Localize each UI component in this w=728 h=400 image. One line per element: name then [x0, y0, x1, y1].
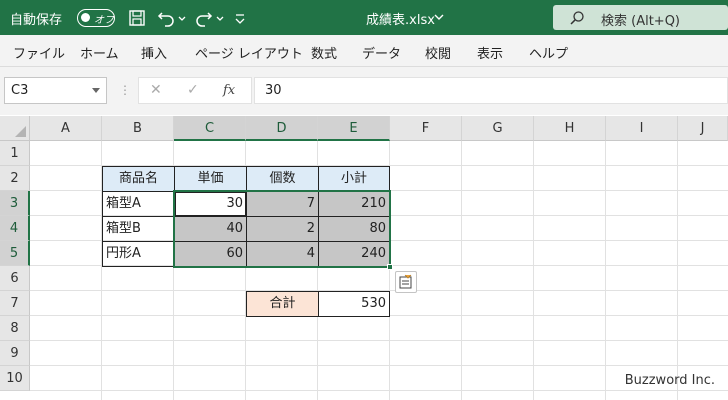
table-header-cell[interactable]: 単価: [174, 166, 247, 192]
chevron-down-icon[interactable]: [92, 88, 100, 93]
select-all-button[interactable]: [0, 116, 30, 141]
table-cell[interactable]: 210: [318, 191, 390, 217]
row-header-2[interactable]: 2: [0, 166, 30, 191]
table-cell[interactable]: 40: [174, 216, 247, 242]
table-header-cell[interactable]: 小計: [318, 166, 390, 192]
fill-handle[interactable]: [387, 264, 393, 270]
row-header-10[interactable]: 10: [0, 366, 30, 391]
column-header-f[interactable]: F: [390, 116, 462, 141]
formula-value: 30: [265, 83, 282, 98]
tab-insert[interactable]: 挿入: [141, 43, 167, 62]
quick-analysis-icon: [399, 274, 412, 289]
column-header-j[interactable]: J: [678, 116, 728, 141]
formula-input[interactable]: 30: [254, 77, 728, 104]
row-header-5[interactable]: 5: [0, 241, 30, 266]
worksheet-grid: A B C D E F G H I J 1 2 3 4 5 6 7 8 9 10…: [0, 116, 728, 400]
title-bar: 自動保存 オフ 成績表.xlsx 検索 (Alt+Q): [0, 0, 728, 35]
name-box[interactable]: C3: [4, 77, 107, 104]
table-cell[interactable]: 60: [174, 241, 247, 267]
table-cell[interactable]: 円形A: [102, 241, 175, 267]
tab-formulas[interactable]: 数式: [311, 43, 337, 62]
undo-dropdown-icon[interactable]: [177, 8, 187, 28]
table-header-cell[interactable]: 個数: [246, 166, 319, 192]
name-box-value: C3: [11, 83, 29, 98]
tab-data[interactable]: データ: [362, 43, 401, 62]
column-header-g[interactable]: G: [462, 116, 534, 141]
enter-icon[interactable]: ✓: [187, 82, 199, 98]
cancel-icon[interactable]: ✕: [150, 82, 162, 98]
title-dropdown-icon[interactable]: [433, 9, 445, 29]
select-all-icon: [15, 126, 26, 137]
row-header-1[interactable]: 1: [0, 141, 30, 166]
redo-dropdown-icon[interactable]: [215, 8, 225, 28]
search-placeholder: 検索 (Alt+Q): [601, 14, 681, 29]
row-header-7[interactable]: 7: [0, 291, 30, 316]
table-cell[interactable]: 4: [246, 241, 319, 267]
search-box[interactable]: 検索 (Alt+Q): [553, 5, 728, 30]
table-cell[interactable]: 箱型A: [102, 191, 175, 217]
column-header-d[interactable]: D: [246, 116, 318, 141]
row-header-9[interactable]: 9: [0, 341, 30, 366]
row-header-6[interactable]: 6: [0, 266, 30, 291]
tab-file[interactable]: ファイル: [13, 43, 65, 62]
toggle-state-text: オフ: [94, 15, 114, 26]
insert-function-icon[interactable]: fx: [223, 83, 235, 98]
table-header-cell[interactable]: 商品名: [102, 166, 175, 192]
formula-bar: C3 ⋮ ✕ ✓ fx 30: [0, 67, 728, 115]
table-cell[interactable]: 30: [174, 191, 247, 217]
total-value-cell[interactable]: 530: [318, 291, 390, 317]
quick-analysis-button[interactable]: [395, 271, 417, 293]
total-label-cell[interactable]: 合計: [246, 291, 319, 317]
more-options-icon[interactable]: ⋮: [119, 83, 131, 97]
column-header-e[interactable]: E: [318, 116, 390, 141]
watermark-text: Buzzword Inc.: [624, 373, 715, 388]
column-header-b[interactable]: B: [102, 116, 174, 141]
row-header-4[interactable]: 4: [0, 216, 30, 241]
table-cell[interactable]: 7: [246, 191, 319, 217]
ribbon-tabs: ファイル ホーム 挿入 ページ レイアウト 数式 データ 校閲 表示 ヘルプ: [0, 35, 728, 67]
save-icon[interactable]: [127, 8, 147, 28]
table-cell[interactable]: 80: [318, 216, 390, 242]
undo-icon[interactable]: [156, 8, 176, 28]
autosave-label: 自動保存: [10, 13, 63, 28]
search-icon: [570, 11, 584, 25]
tab-view[interactable]: 表示: [477, 43, 503, 62]
tab-home[interactable]: ホーム: [80, 43, 119, 62]
column-header-c[interactable]: C: [174, 116, 246, 141]
table-cell[interactable]: 2: [246, 216, 319, 242]
tab-help[interactable]: ヘルプ: [529, 43, 568, 62]
row-header-3[interactable]: 3: [0, 191, 30, 216]
toggle-knob: [81, 13, 90, 22]
column-header-i[interactable]: I: [606, 116, 678, 141]
column-header-h[interactable]: H: [534, 116, 606, 141]
tab-page-layout[interactable]: ページ レイアウト: [195, 43, 303, 62]
autosave-toggle[interactable]: オフ: [77, 9, 115, 27]
redo-icon[interactable]: [194, 8, 214, 28]
column-header-a[interactable]: A: [30, 116, 102, 141]
document-title[interactable]: 成績表.xlsx: [366, 9, 435, 28]
row-header-8[interactable]: 8: [0, 316, 30, 341]
customize-toolbar-icon[interactable]: [233, 8, 247, 28]
tab-review[interactable]: 校閲: [425, 43, 451, 62]
formula-buttons: ✕ ✓ fx: [138, 77, 252, 104]
table-cell[interactable]: 240: [318, 241, 390, 267]
table-cell[interactable]: 箱型B: [102, 216, 175, 242]
